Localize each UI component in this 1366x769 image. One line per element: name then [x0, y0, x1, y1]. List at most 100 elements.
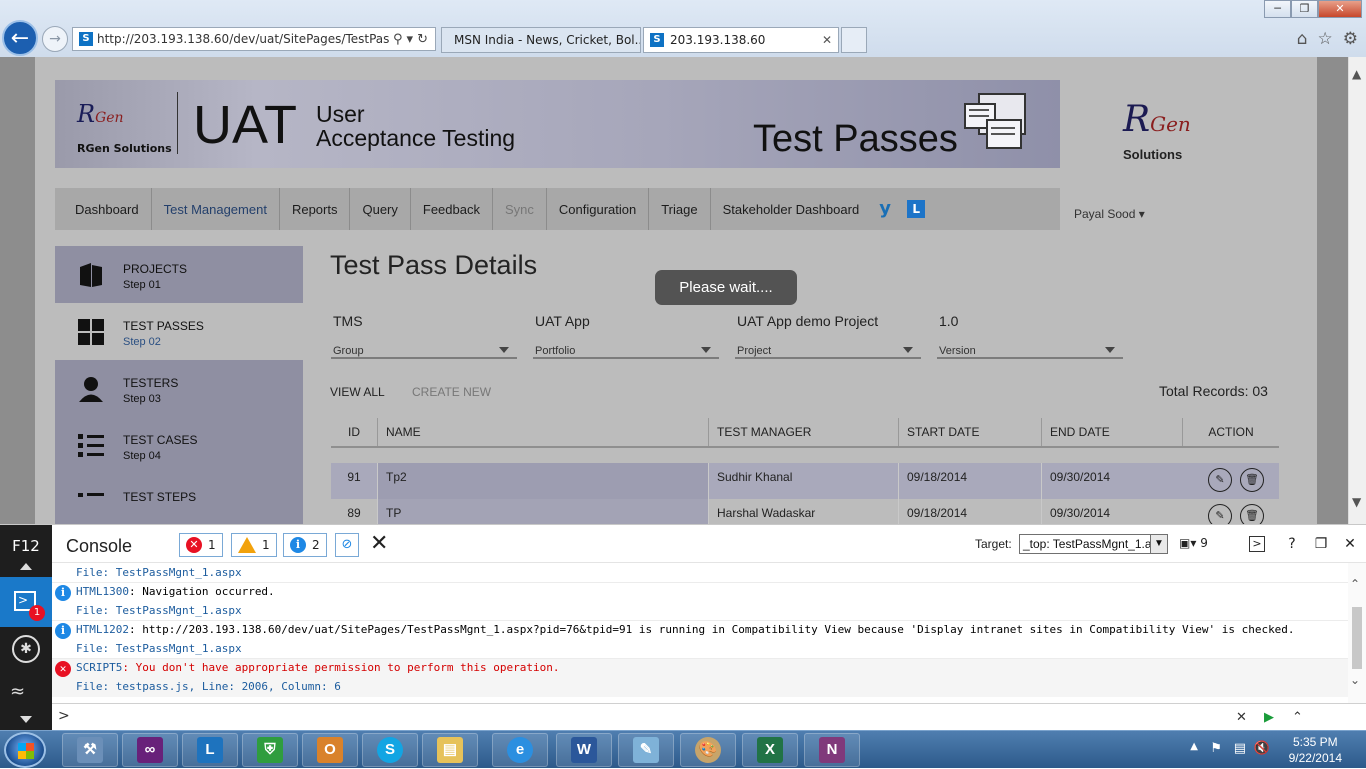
- log-code: HTML1300: [76, 585, 129, 598]
- network-icon[interactable]: ≈: [10, 681, 25, 702]
- refresh-icon[interactable]: ↻: [417, 32, 428, 47]
- show-hidden-icons-icon[interactable]: ▲: [1190, 741, 1198, 752]
- expand-icon[interactable]: >: [1249, 536, 1265, 552]
- address-bar[interactable]: S http://203.193.138.60/dev/uat/SitePage…: [72, 27, 436, 51]
- nav-stakeholder-dashboard[interactable]: Stakeholder Dashboard: [711, 188, 872, 230]
- nav-reports[interactable]: Reports: [280, 188, 351, 230]
- clear-on-navigate-icon[interactable]: ⊘: [335, 533, 359, 557]
- column-header-test-manager[interactable]: TEST MANAGER: [708, 418, 898, 446]
- group-select[interactable]: TMS Group: [331, 309, 517, 359]
- expand-input-icon[interactable]: ⌃: [1292, 710, 1303, 725]
- taskbar-visual-studio[interactable]: ∞: [122, 733, 178, 767]
- version-select[interactable]: 1.0 Version: [937, 309, 1123, 359]
- clock[interactable]: 5:35 PM 9/22/2014: [1289, 734, 1342, 766]
- taskbar-word[interactable]: W: [556, 733, 612, 767]
- sidebar-item-test-steps[interactable]: TEST STEPS: [55, 474, 303, 524]
- scroll-down-icon[interactable]: ▼: [1352, 495, 1361, 509]
- clear-console-icon[interactable]: ✕: [370, 531, 388, 556]
- start-button[interactable]: [4, 732, 46, 768]
- tab-uat[interactable]: S 203.193.138.60 ✕: [643, 27, 839, 53]
- console-scrollbar[interactable]: ⌃ ⌄: [1348, 563, 1366, 703]
- close-devtools-icon[interactable]: ✕: [1340, 534, 1360, 554]
- favorites-star-icon[interactable]: ☆: [1318, 29, 1333, 49]
- taskbar-outlook[interactable]: O: [302, 733, 358, 767]
- undock-icon[interactable]: ❐: [1311, 534, 1331, 554]
- table-row[interactable]: 91 Tp2 Sudhir Khanal 09/18/2014 09/30/20…: [331, 463, 1279, 499]
- settings-gear-icon[interactable]: ⚙: [1343, 29, 1358, 49]
- nav-feedback[interactable]: Feedback: [411, 188, 493, 230]
- clear-input-icon[interactable]: ✕: [1236, 710, 1247, 725]
- taskbar-excel[interactable]: X: [742, 733, 798, 767]
- create-new-link[interactable]: CREATE NEW: [412, 385, 491, 399]
- user-menu[interactable]: Payal Sood ▾: [1074, 207, 1145, 221]
- taskbar-security[interactable]: ⛨: [242, 733, 298, 767]
- nav-configuration[interactable]: Configuration: [547, 188, 650, 230]
- browser-chrome: ← → S http://203.193.138.60/dev/uat/Site…: [0, 0, 1366, 57]
- scroll-down-icon[interactable]: ⌄: [1350, 673, 1360, 687]
- close-window-button[interactable]: ✕: [1318, 0, 1362, 18]
- sidebar-item-test-passes[interactable]: TEST PASSES Step 02: [55, 303, 303, 360]
- search-icon[interactable]: ⚲: [393, 32, 403, 47]
- console-tool-tab[interactable]: > 1: [0, 577, 52, 627]
- lync-icon[interactable]: L: [907, 200, 926, 218]
- taskbar-lync[interactable]: L: [182, 733, 238, 767]
- nav-dashboard[interactable]: Dashboard: [63, 188, 152, 230]
- forward-button[interactable]: →: [42, 26, 68, 52]
- project-select[interactable]: UAT App demo Project Project: [735, 309, 921, 359]
- collapse-down-icon[interactable]: [20, 716, 32, 723]
- taskbar-internet-explorer[interactable]: e: [492, 733, 548, 767]
- warnings-filter-button[interactable]: 1: [231, 533, 277, 557]
- taskbar-notepad[interactable]: ✎: [618, 733, 674, 767]
- edit-icon[interactable]: ✎: [1208, 468, 1232, 492]
- close-tab-icon[interactable]: ✕: [822, 33, 832, 47]
- network-icon[interactable]: ▤: [1234, 741, 1246, 756]
- sidebar-item-testers[interactable]: TESTERS Step 03: [55, 360, 303, 417]
- address-url[interactable]: http://203.193.138.60/dev/uat/SitePages/…: [97, 32, 389, 46]
- nav-triage[interactable]: Triage: [649, 188, 711, 230]
- sidebar-item-projects[interactable]: PROJECTS Step 01: [55, 246, 303, 303]
- debugger-icon[interactable]: ✱: [12, 635, 40, 663]
- collapse-up-icon[interactable]: [20, 563, 32, 570]
- delete-icon[interactable]: 🗑: [1240, 468, 1264, 492]
- sidebar-item-test-cases[interactable]: TEST CASES Step 04: [55, 417, 303, 474]
- nav-query[interactable]: Query: [350, 188, 411, 230]
- home-icon[interactable]: ⌂: [1297, 29, 1308, 49]
- tab-msn[interactable]: MSN India - News, Cricket, Bol...: [441, 27, 641, 53]
- target-select[interactable]: _top: TestPassMgnt_1.as ▼: [1019, 534, 1168, 554]
- column-header-end-date[interactable]: END DATE: [1041, 418, 1182, 446]
- column-header-name[interactable]: NAME: [377, 418, 708, 446]
- yammer-icon[interactable]: y: [879, 198, 901, 220]
- portfolio-select[interactable]: UAT App Portfolio: [533, 309, 719, 359]
- new-tab-button[interactable]: [841, 27, 867, 53]
- taskbar-skype[interactable]: S: [362, 733, 418, 767]
- view-all-link[interactable]: VIEW ALL: [330, 385, 385, 399]
- log-file-line[interactable]: File: testpass.js, Line: 2006, Column: 6: [76, 677, 341, 696]
- minimize-button[interactable]: ─: [1264, 0, 1291, 18]
- maximize-button[interactable]: ❐: [1291, 0, 1318, 18]
- scroll-thumb[interactable]: [1352, 607, 1362, 669]
- page-scrollbar[interactable]: ▲ ▼: [1348, 57, 1366, 524]
- section-title: Test Passes: [753, 118, 958, 160]
- action-center-flag-icon[interactable]: ⚑: [1210, 741, 1222, 756]
- errors-filter-button[interactable]: ✕ 1: [179, 533, 223, 557]
- folder-icon: [80, 263, 102, 287]
- console-log: File: TestPassMgnt_1.aspx i HTML1300: Na…: [52, 563, 1348, 703]
- nav-test-management[interactable]: Test Management: [152, 188, 280, 230]
- taskbar-tools[interactable]: ⚒: [62, 733, 118, 767]
- emulation-button[interactable]: ▣▾ 9: [1179, 536, 1208, 550]
- nav-sync[interactable]: Sync: [493, 188, 547, 230]
- volume-muted-icon[interactable]: 🔇: [1254, 741, 1270, 756]
- taskbar-onenote[interactable]: N: [804, 733, 860, 767]
- taskbar-explorer[interactable]: ▤: [422, 733, 478, 767]
- dropdown-icon[interactable]: ▾: [407, 32, 414, 47]
- console-input[interactable]: > ✕ ▶ ⌃: [52, 703, 1366, 731]
- help-icon[interactable]: ?: [1282, 534, 1302, 554]
- messages-filter-button[interactable]: i 2: [283, 533, 327, 557]
- scroll-up-icon[interactable]: ⌃: [1350, 577, 1360, 591]
- taskbar-paint[interactable]: 🎨: [680, 733, 736, 767]
- column-header-start-date[interactable]: START DATE: [898, 418, 1041, 446]
- back-button[interactable]: ←: [2, 20, 38, 56]
- scroll-up-icon[interactable]: ▲: [1352, 67, 1361, 81]
- column-header-id[interactable]: ID: [331, 418, 377, 446]
- run-icon[interactable]: ▶: [1264, 710, 1274, 725]
